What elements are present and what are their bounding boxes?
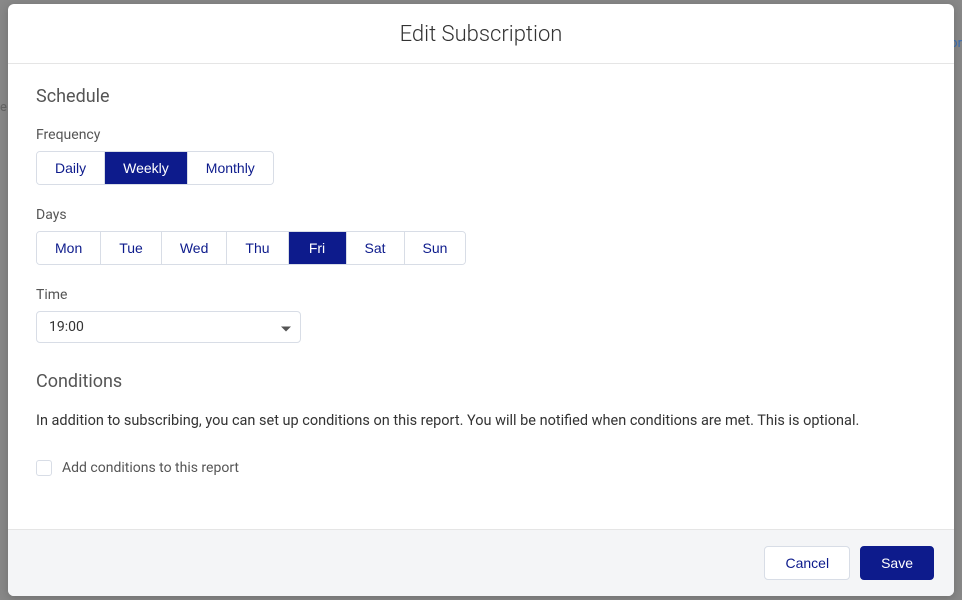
days-label: Days	[36, 207, 926, 223]
day-tue-button[interactable]: Tue	[101, 232, 162, 264]
time-select[interactable]: 19:00	[36, 311, 301, 343]
day-sun-button[interactable]: Sun	[405, 232, 466, 264]
day-wed-button[interactable]: Wed	[162, 232, 228, 264]
day-fri-button[interactable]: Fri	[289, 232, 347, 264]
add-conditions-checkbox[interactable]	[36, 460, 52, 476]
modal-body: Schedule Frequency Daily Weekly Monthly …	[8, 64, 954, 529]
frequency-monthly-button[interactable]: Monthly	[188, 152, 273, 184]
edit-subscription-modal: Edit Subscription Schedule Frequency Dai…	[8, 4, 954, 596]
time-select-value[interactable]: 19:00	[36, 311, 301, 343]
conditions-description: In addition to subscribing, you can set …	[36, 410, 926, 432]
days-group: Mon Tue Wed Thu Fri Sat Sun	[36, 231, 466, 265]
conditions-heading: Conditions	[36, 371, 926, 392]
background-text-left: e	[0, 100, 7, 115]
frequency-group: Daily Weekly Monthly	[36, 151, 274, 185]
day-thu-button[interactable]: Thu	[227, 232, 288, 264]
frequency-daily-button[interactable]: Daily	[37, 152, 105, 184]
frequency-label: Frequency	[36, 127, 926, 143]
modal-footer: Cancel Save	[8, 529, 954, 596]
cancel-button[interactable]: Cancel	[764, 546, 850, 580]
time-label: Time	[36, 287, 926, 303]
save-button[interactable]: Save	[860, 546, 934, 580]
schedule-heading: Schedule	[36, 86, 926, 107]
add-conditions-row: Add conditions to this report	[36, 460, 926, 476]
frequency-weekly-button[interactable]: Weekly	[105, 152, 188, 184]
day-mon-button[interactable]: Mon	[37, 232, 101, 264]
modal-title: Edit Subscription	[8, 22, 954, 47]
add-conditions-label: Add conditions to this report	[62, 460, 239, 476]
day-sat-button[interactable]: Sat	[347, 232, 405, 264]
modal-header: Edit Subscription	[8, 4, 954, 64]
